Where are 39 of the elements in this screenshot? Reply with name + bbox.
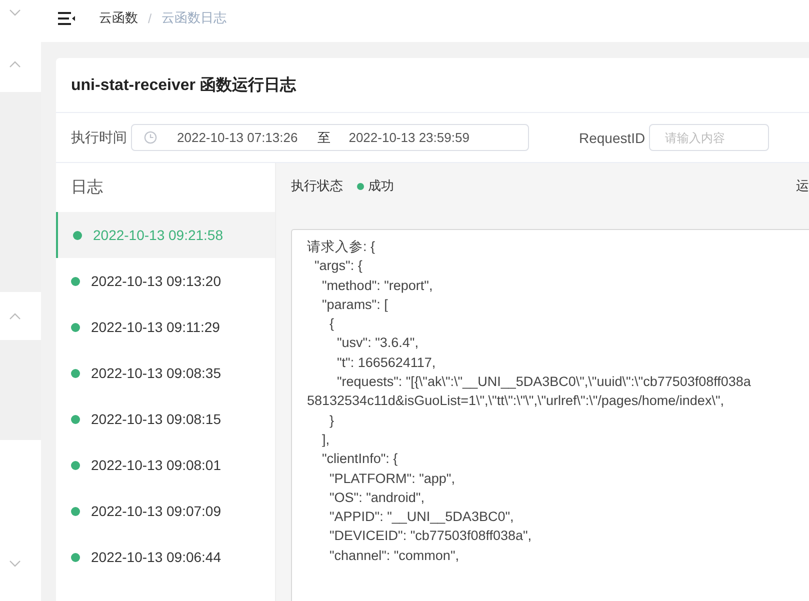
log-item[interactable]: 2022-10-13 09:08:35	[56, 350, 275, 396]
code-line: }	[328, 412, 336, 430]
status-label: 执行状态	[291, 177, 343, 195]
code-line: 请求入参: {	[307, 238, 376, 256]
code-line: {	[328, 315, 336, 334]
column-text: 运	[796, 177, 809, 195]
code-line: 58132534c11d&isGuoList=1\",\"tt\":\"\",\"urlref\":\"/pages/home/index\",	[307, 392, 725, 410]
filter-label: 执行时间	[71, 128, 127, 147]
code-line: ],	[321, 430, 331, 449]
log-item[interactable]: 2022-10-13 09:07:09	[56, 488, 275, 534]
code-line: "OS": "android",	[328, 488, 426, 507]
date-range-picker[interactable]: 2022-10-13 07:13:26 至 2022-10-13 23:59:59	[131, 124, 529, 152]
request-id-field[interactable]: 请输入内容	[649, 124, 770, 152]
code-line: "t": 1665624117,	[336, 354, 437, 372]
start-date: 2022-10-13 07:13:26	[177, 130, 298, 146]
code-line: "args": {	[314, 257, 364, 276]
code-line: "clientInfo": {	[321, 450, 399, 468]
end-date: 2022-10-13 23:59:59	[348, 130, 470, 146]
filter-label: RequestID	[579, 130, 646, 146]
log-item[interactable]: 2022-10-13 09:06:44	[56, 534, 275, 580]
code-line: "APPID": "__UNI__5DA3BC0",	[328, 508, 515, 526]
log-item[interactable]: 2022-10-13 09:11:29	[56, 304, 275, 350]
log-item[interactable]: 2022-10-13 09:08:01	[56, 442, 275, 488]
status-value: 成功	[368, 177, 394, 195]
breadcrumb-current: 云函数日志	[162, 9, 227, 27]
breadcrumb-separator: /	[148, 10, 152, 26]
code-line: "requests": "[{\"ak\":\"__UNI__5DA3BC0\",\"uuid\":\"cb77503f08ff038a	[336, 373, 752, 392]
breadcrumb-link[interactable]: 云函数	[99, 9, 138, 27]
code-line: "PLATFORM": "app",	[328, 470, 456, 488]
range-separator: 至	[318, 128, 331, 147]
code-line: "DEVICEID": "cb77503f08ff038a",	[328, 527, 533, 546]
code-line: "usv": "3.6.4",	[336, 334, 420, 352]
card-title: uni-stat-receiver 函数运行日志	[71, 75, 296, 96]
code-line: "channel": "common",	[328, 546, 460, 565]
code-line: "params": [	[321, 296, 389, 314]
list-title: 日志	[71, 178, 103, 198]
log-item[interactable]: 2022-10-13 09:13:20	[56, 258, 275, 304]
log-item[interactable]: 2022-10-13 09:08:15	[56, 396, 275, 442]
code-line: "method": "report",	[321, 276, 434, 295]
